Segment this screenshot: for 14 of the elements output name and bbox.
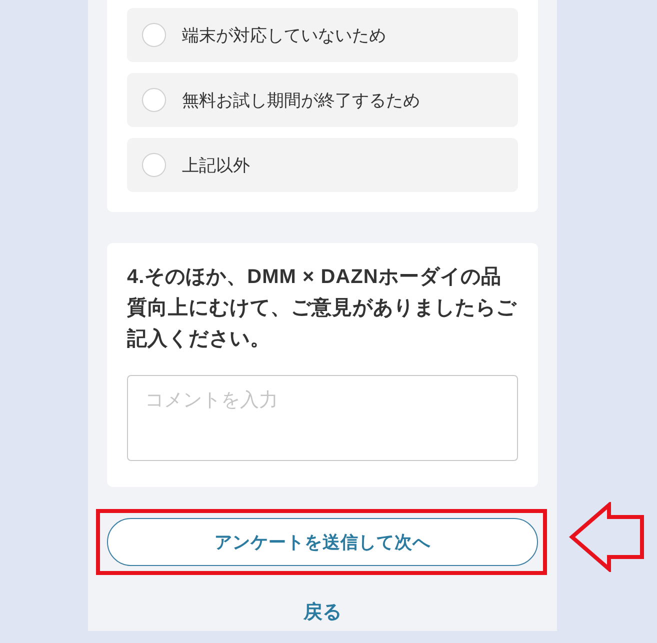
option-label: 上記以外 [182, 154, 250, 176]
radio-button[interactable] [142, 23, 166, 47]
option-row[interactable]: 端末が対応していないため [127, 8, 518, 62]
option-label: 端末が対応していないため [182, 24, 386, 46]
option-row[interactable]: 無料お試し期間が終了するため [127, 73, 518, 127]
question-title: 4.そのほか、DMM × DAZNホーダイの品質向上にむけて、ご意見がありましたらご記入ください。 [127, 265, 518, 352]
radio-button[interactable] [142, 88, 166, 112]
arrow-icon [569, 502, 645, 572]
option-label: 無料お試し期間が終了するため [182, 90, 420, 112]
back-link[interactable]: 戻る [304, 599, 342, 625]
submit-button[interactable]: アンケートを送信して次へ [107, 518, 538, 566]
radio-button[interactable] [142, 153, 166, 177]
option-row[interactable]: 上記以外 [127, 138, 518, 192]
comment-field[interactable]: コメントを入力 [127, 375, 518, 461]
